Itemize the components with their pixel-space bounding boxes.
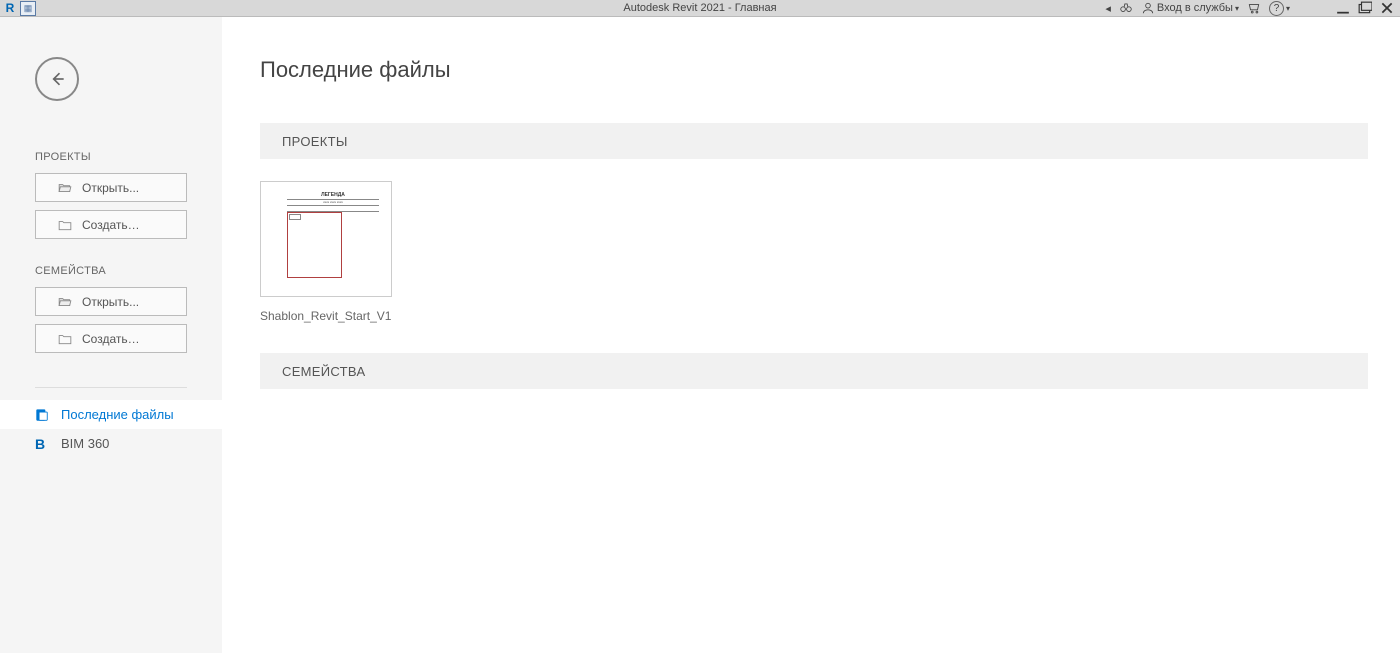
create-family-button[interactable]: Создать… — [35, 324, 187, 353]
binoculars-icon[interactable] — [1119, 1, 1133, 15]
open-family-label: Открыть... — [82, 295, 139, 309]
section-projects-header: ПРОЕКТЫ — [260, 123, 1368, 159]
create-project-button[interactable]: Создать… — [35, 210, 187, 239]
sidebar: ПРОЕКТЫ Открыть... Создать… СЕМЕЙСТВА От… — [0, 17, 222, 653]
recent-file-card[interactable]: ЛЕГЕНДА xxxx xxxx xxxx Shablon_Revit_Sta… — [260, 181, 392, 323]
projects-grid: ЛЕГЕНДА xxxx xxxx xxxx Shablon_Revit_Sta… — [222, 159, 1400, 353]
bim360-icon: B — [35, 436, 49, 452]
content-area: Последние файлы ПРОЕКТЫ ЛЕГЕНДА xxxx xxx… — [222, 17, 1400, 653]
file-name-label: Shablon_Revit_Start_V1 — [260, 309, 392, 323]
help-icon[interactable]: ?▾ — [1269, 1, 1290, 16]
login-button[interactable]: Вход в службы ▾ — [1141, 1, 1239, 15]
file-thumbnail: ЛЕГЕНДА xxxx xxxx xxxx — [260, 181, 392, 297]
open-family-button[interactable]: Открыть... — [35, 287, 187, 316]
arrow-left-icon[interactable]: ◂ — [1105, 2, 1111, 15]
titlebar: R ▦ Autodesk Revit 2021 - Главная ◂ Вход… — [0, 0, 1400, 17]
revit-logo[interactable]: R — [2, 1, 18, 16]
nav-recent-label: Последние файлы — [61, 407, 174, 422]
families-heading: СЕМЕЙСТВА — [35, 265, 187, 277]
projects-heading: ПРОЕКТЫ — [35, 151, 187, 163]
create-family-label: Создать… — [82, 332, 140, 346]
divider — [35, 387, 187, 388]
login-label: Вход в службы — [1157, 2, 1233, 14]
nav-recent-files[interactable]: Последние файлы — [0, 400, 222, 429]
nav-bim360-label: BIM 360 — [61, 436, 109, 451]
maximize-button[interactable] — [1358, 1, 1372, 15]
open-project-button[interactable]: Открыть... — [35, 173, 187, 202]
nav-bim360[interactable]: B BIM 360 — [0, 429, 222, 458]
back-button[interactable] — [35, 57, 79, 101]
minimize-button[interactable] — [1336, 1, 1350, 15]
window-title: Autodesk Revit 2021 - Главная — [623, 2, 776, 14]
create-project-label: Создать… — [82, 218, 140, 232]
page-title: Последние файлы — [260, 57, 1400, 83]
section-families-header: СЕМЕЙСТВА — [260, 353, 1368, 389]
cart-icon[interactable] — [1247, 1, 1261, 15]
open-project-label: Открыть... — [82, 181, 139, 195]
close-button[interactable] — [1380, 1, 1394, 15]
home-icon[interactable]: ▦ — [20, 1, 36, 16]
